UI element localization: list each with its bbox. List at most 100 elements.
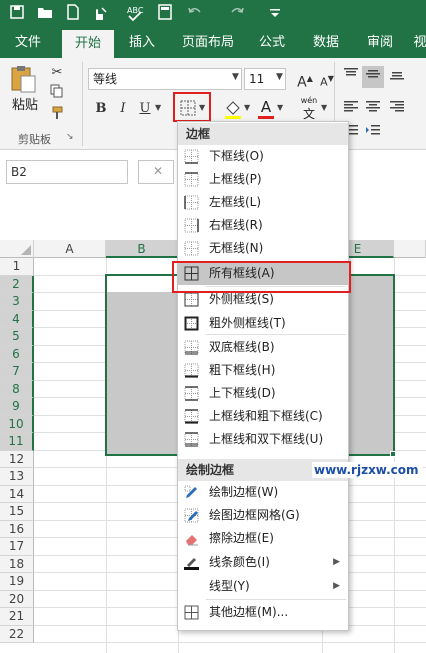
row-header-20[interactable]: 20 [0,590,34,608]
row-header-16[interactable]: 16 [0,520,34,538]
tab-formulas[interactable]: 公式 [252,30,292,58]
row-header-7[interactable]: 7 [0,363,34,381]
menu-item-thick-outside-borders[interactable]: 粗外侧框线(T) [178,312,348,335]
menu-item-label: 绘制边框(W) [209,485,279,499]
cut-icon[interactable]: ✂ [46,62,68,84]
chevron-down-icon[interactable]: ▼ [276,72,283,82]
align-bottom-icon[interactable] [386,66,408,88]
increase-indent-icon[interactable] [362,122,384,144]
open-folder-icon[interactable] [34,4,56,26]
row-header-15[interactable]: 15 [0,503,34,521]
save-icon[interactable] [6,4,28,26]
copy-icon[interactable] [46,84,68,106]
touch-mode-icon[interactable] [88,4,110,26]
fill-color-icon[interactable] [222,98,244,120]
paste-icon[interactable] [8,64,38,94]
format-painter-icon[interactable] [46,106,68,128]
menu-item-label: 右框线(R) [209,218,263,232]
select-all-corner[interactable] [0,240,34,258]
tab-review[interactable]: 审阅 [360,30,400,58]
chevron-down-icon[interactable]: ▼ [155,103,161,112]
row-header-5[interactable]: 5 [0,328,34,346]
menu-separator [206,334,346,335]
menu-item-top-and-bottom-border[interactable]: 上下框线(D) [178,382,348,405]
menu-item-bottom-double-border[interactable]: 双底框线(B) [178,336,348,359]
menu-item-thick-bottom-border[interactable]: 粗下框线(H) [178,359,348,382]
align-middle-icon[interactable] [362,66,384,88]
row-header-14[interactable]: 14 [0,485,34,503]
gridline-row [34,642,426,643]
align-right-icon[interactable] [386,98,408,120]
row-header-19[interactable]: 19 [0,573,34,591]
chevron-down-icon[interactable]: ▼ [277,103,283,112]
menu-item-label: 上框线和双下框线(U) [209,432,324,446]
column-header-b[interactable]: B [106,240,178,258]
spelling-check-icon[interactable]: ABC [124,4,146,26]
clipboard-group-label: 剪贴板 [18,133,51,146]
bold-button[interactable]: B [90,98,112,120]
row-header-3[interactable]: 3 [0,293,34,311]
column-header-f[interactable] [394,240,426,258]
font-name-box[interactable]: 等线 [88,68,242,90]
tab-home[interactable]: 开始 [62,30,114,58]
menu-item-line-color[interactable]: 线条颜色(I) ▶ [178,551,348,574]
row-header-22[interactable]: 22 [0,625,34,643]
menu-item-top-and-double-bottom-border[interactable]: 上框线和双下框线(U) [178,428,348,451]
row-header-6[interactable]: 6 [0,345,34,363]
cancel-icon[interactable]: ✕ [138,160,174,184]
align-left-icon[interactable] [340,98,362,120]
chevron-down-icon[interactable]: ▼ [244,103,250,112]
row-header-12[interactable]: 12 [0,450,34,468]
menu-item-top-and-thick-bottom-border[interactable]: 上框线和粗下框线(C) [178,405,348,428]
menu-item-draw-border[interactable]: 绘制边框(W) [178,481,348,504]
row-header-21[interactable]: 21 [0,608,34,626]
row-header-2[interactable]: 2 [0,275,34,293]
redo-icon[interactable] [226,4,248,26]
name-box[interactable]: B2 [6,160,128,184]
italic-button[interactable]: I [112,98,134,120]
menu-item-bottom-border[interactable]: 下框线(O) [178,145,348,168]
tab-page-layout[interactable]: 页面布局 [176,30,240,58]
fill-handle[interactable] [390,451,396,457]
row-header-9[interactable]: 9 [0,398,34,416]
font-color-button[interactable]: A [256,98,276,120]
calculator-icon[interactable] [154,4,176,26]
customize-toolbar-icon[interactable] [264,4,286,26]
clipboard-launcher-icon[interactable]: ↘ [66,132,74,142]
menu-item-no-border[interactable]: 无框线(N) [178,237,348,260]
menu-item-more-borders[interactable]: 其他边框(M)... [178,601,348,624]
chevron-down-icon[interactable]: ▼ [321,103,327,112]
undo-icon[interactable] [184,4,206,26]
increase-font-icon[interactable]: A▲ [294,68,316,91]
no-border-icon [184,241,199,256]
top-border-icon [184,172,199,187]
align-center-icon[interactable] [362,98,384,120]
tab-data[interactable]: 数据 [306,30,346,58]
phonetic-button[interactable]: wén 文 [298,96,320,122]
menu-item-top-border[interactable]: 上框线(P) [178,168,348,191]
menu-item-left-border[interactable]: 左框线(L) [178,191,348,214]
menu-item-right-border[interactable]: 右框线(R) [178,214,348,237]
tab-insert[interactable]: 插入 [122,30,162,58]
row-header-18[interactable]: 18 [0,555,34,573]
menu-item-draw-border-grid[interactable]: 绘图边框网格(G) [178,504,348,527]
thick-bottom-border-icon [184,363,199,378]
new-file-icon[interactable] [62,4,84,26]
row-header-11[interactable]: 11 [0,433,34,451]
column-header-a[interactable]: A [34,240,106,258]
align-top-icon[interactable] [340,66,362,88]
row-header-10[interactable]: 10 [0,415,34,433]
row-header-1[interactable]: 1 [0,258,34,276]
row-header-4[interactable]: 4 [0,310,34,328]
menu-item-erase-border[interactable]: 擦除边框(E) [178,527,348,550]
tab-file[interactable]: 文件 [8,30,48,58]
row-header-17[interactable]: 17 [0,538,34,556]
tab-view[interactable]: 视 [410,30,426,58]
row-header-8[interactable]: 8 [0,380,34,398]
paste-label[interactable]: 粘贴 [12,94,38,113]
menu-item-line-style[interactable]: 线型(Y) ▶ [178,575,348,598]
chevron-down-icon[interactable]: ▼ [232,72,239,82]
underline-button[interactable]: U [134,98,156,120]
outside-borders-icon [184,292,199,307]
row-header-13[interactable]: 13 [0,468,34,486]
